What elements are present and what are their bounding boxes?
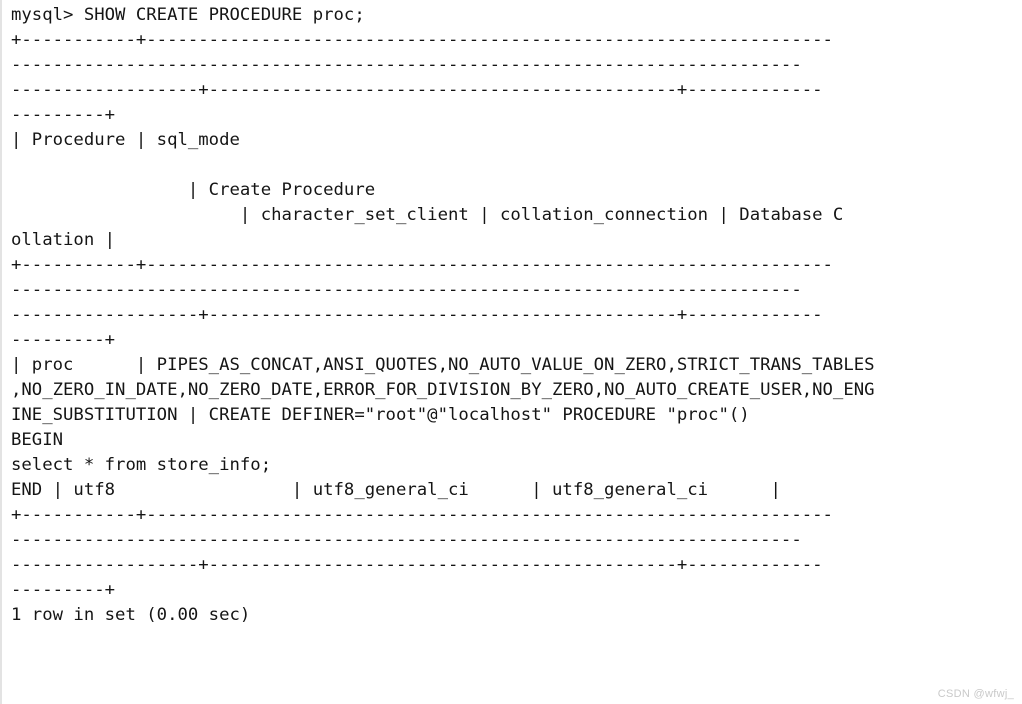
- terminal-line-row: ,NO_ZERO_IN_DATE,NO_ZERO_DATE,ERROR_FOR_…: [11, 380, 875, 400]
- terminal-line-separator: ----------------------------------------…: [11, 530, 802, 550]
- terminal-line-command: mysql> SHOW CREATE PROCEDURE proc;: [11, 5, 365, 25]
- terminal-line-separator: ---------+: [11, 105, 116, 125]
- terminal-line-row: INE_SUBSTITUTION | CREATE DEFINER="root"…: [11, 405, 750, 425]
- terminal-line-separator: ------------------+---------------------…: [11, 555, 823, 575]
- terminal-output-pane[interactable]: mysql> SHOW CREATE PROCEDURE proc; +----…: [0, 0, 1022, 704]
- terminal-line-header: | character_set_client | collation_conne…: [11, 205, 844, 225]
- terminal-line-separator: +-----------+---------------------------…: [11, 255, 833, 275]
- terminal-line-row: END | utf8 | utf8_general_ci | utf8_gene…: [11, 480, 781, 500]
- terminal-line-status: 1 row in set (0.00 sec): [11, 605, 251, 625]
- terminal-line-header: ollation |: [11, 230, 116, 250]
- terminal-line-separator: ---------+: [11, 330, 116, 350]
- terminal-line-row: | proc | PIPES_AS_CONCAT,ANSI_QUOTES,NO_…: [11, 355, 875, 375]
- terminal-line-separator: ----------------------------------------…: [11, 55, 802, 75]
- terminal-line-row: BEGIN: [11, 430, 64, 450]
- terminal-line-row: select * from store_info;: [11, 455, 272, 475]
- terminal-line-separator: ------------------+---------------------…: [11, 305, 823, 325]
- terminal-line-separator: +-----------+---------------------------…: [11, 30, 833, 50]
- csdn-watermark: CSDN @wfwj_: [937, 688, 1014, 700]
- terminal-line-separator: +-----------+---------------------------…: [11, 505, 833, 525]
- terminal-line-header: | Procedure | sql_mode: [11, 130, 240, 150]
- terminal-line-separator: ------------------+---------------------…: [11, 80, 823, 100]
- terminal-line-header: | Create Procedure: [11, 180, 376, 200]
- terminal-line-separator: ---------+: [11, 580, 116, 600]
- terminal-line-separator: ----------------------------------------…: [11, 280, 802, 300]
